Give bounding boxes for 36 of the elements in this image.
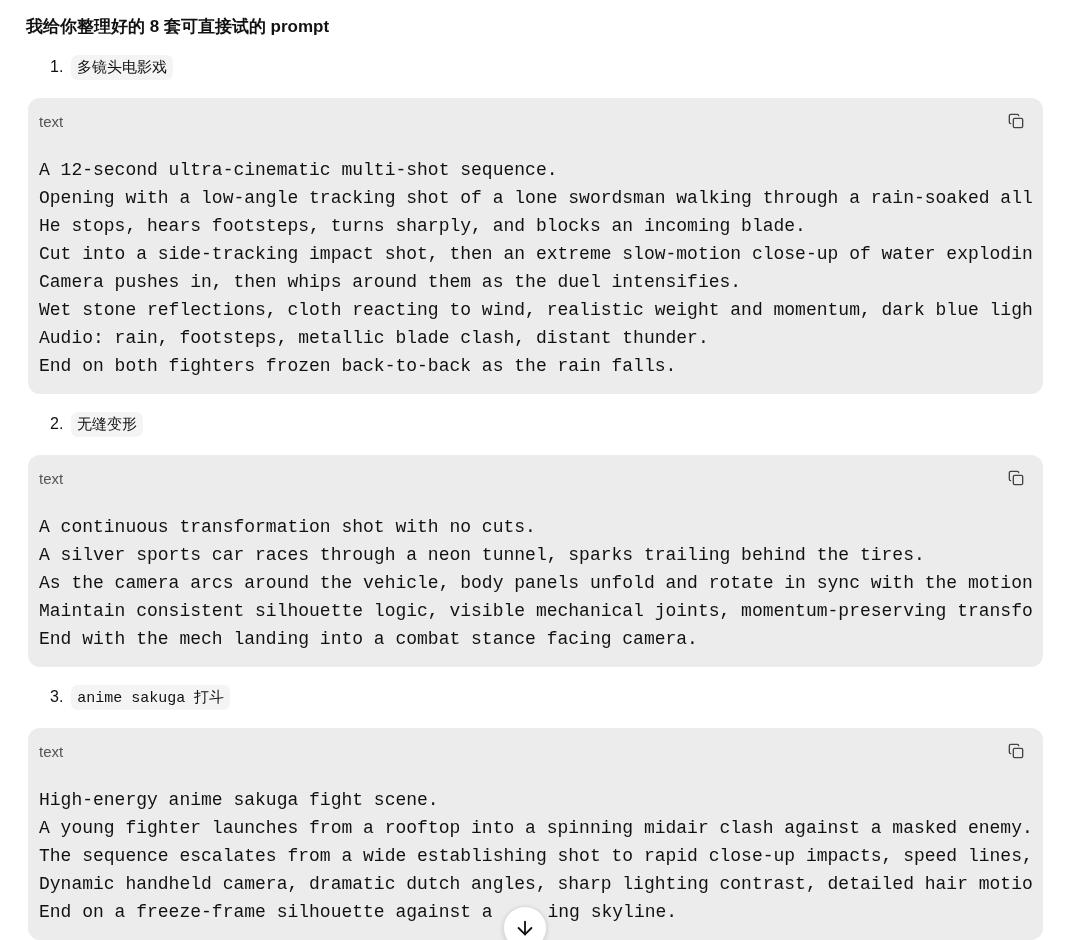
list-number: 1.: [50, 58, 64, 76]
copy-button[interactable]: [1008, 743, 1024, 759]
code-line: Maintain consistent silhouette logic, visible mechanical joints, momentum-preserving transfo: [39, 600, 1034, 623]
list-number: 3.: [50, 688, 64, 706]
code-line: He stops, hears footsteps, turns sharply, and blocks an incoming blade.: [39, 215, 807, 238]
list-number: 2.: [50, 415, 64, 433]
copy-icon: [1008, 743, 1024, 759]
code-line: Dynamic handheld camera, dramatic dutch angles, sharp lighting contrast, detailed hair motio: [39, 873, 1034, 896]
code-line: The sequence escalates from a wide establishing shot to rapid close-up impacts, speed lines,: [39, 845, 1034, 868]
code-line: Audio: rain, footsteps, metallic blade clash, distant thunder.: [39, 327, 710, 350]
copy-icon: [1008, 113, 1024, 129]
code-line: As the camera arcs around the vehicle, body panels unfold and rotate in sync with the motion: [39, 572, 1034, 595]
inline-code: anime sakuga 打斗: [71, 684, 231, 710]
code-language: text: [39, 742, 64, 760]
inline-code: 无缝变形: [71, 411, 144, 437]
code-line: ing skyline.: [547, 901, 678, 924]
section-heading: 我给你整理好的 8 套可直接试的 prompt: [26, 16, 331, 38]
scroll-down-button[interactable]: [503, 906, 548, 940]
code-line: High-energy anime sakuga fight scene.: [39, 789, 440, 812]
code-line: A continuous transformation shot with no cuts.: [39, 516, 537, 539]
code-line: Cut into a side-tracking impact shot, then an extreme slow-motion close-up of water explodin: [39, 243, 1034, 266]
code-line: Wet stone reflections, cloth reacting to wind, realistic weight and momentum, dark blue ligh: [39, 299, 1034, 322]
code-line: Opening with a low-angle tracking shot of a lone swordsman walking through a rain-soaked all: [39, 187, 1034, 210]
copy-icon: [1008, 470, 1024, 486]
code-line: A silver sports car races through a neon tunnel, sparks trailing behind the tires.: [39, 544, 926, 567]
copy-button[interactable]: [1008, 470, 1024, 486]
code-line: Camera pushes in, then whips around them as the duel intensifies.: [39, 271, 743, 294]
code-line: End on both fighters frozen back-to-back as the rain falls.: [39, 355, 678, 378]
code-language: text: [39, 112, 64, 130]
inline-code: 多镜头电影戏: [71, 54, 174, 80]
code-line: A young fighter launches from a rooftop into a spinning midair clash against a masked enemy.: [39, 817, 1034, 840]
copy-button[interactable]: [1008, 113, 1024, 129]
code-line: End on a freeze-frame silhouette against a: [39, 901, 494, 924]
code-line: A 12-second ultra-cinematic multi-shot sequence.: [39, 159, 559, 182]
code-line: End with the mech landing into a combat stance facing camera.: [39, 628, 699, 651]
code-language: text: [39, 469, 64, 487]
